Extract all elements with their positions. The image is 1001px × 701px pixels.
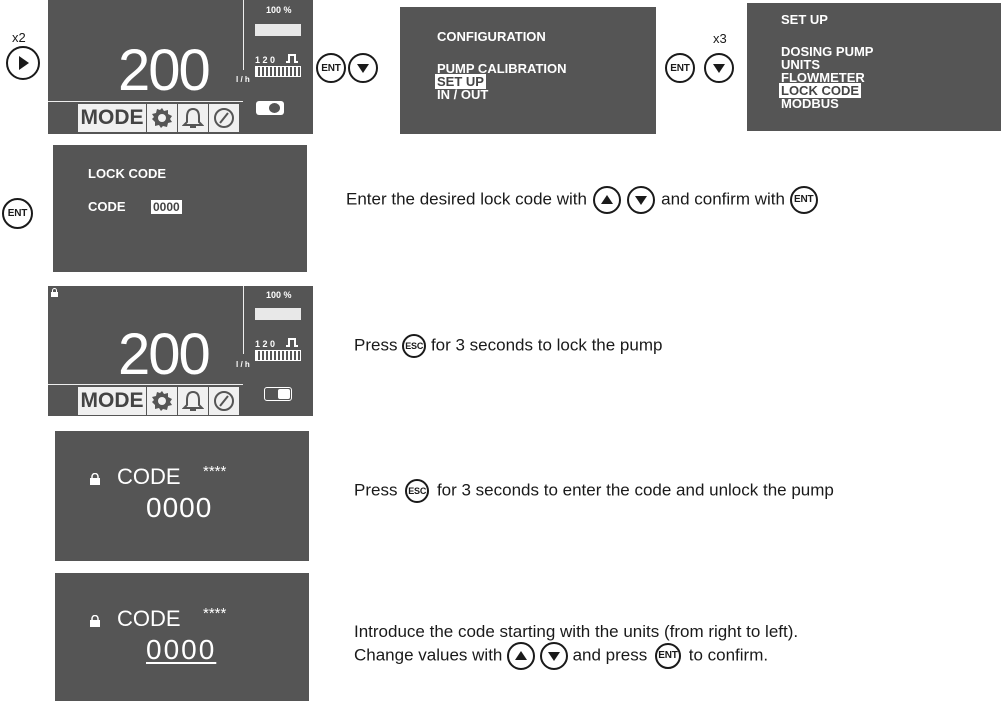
lock-icon — [90, 473, 100, 485]
instruction-step5: Press ESC for 3 seconds to lock the pump — [354, 334, 662, 358]
alarm-tab — [178, 104, 208, 132]
instruction-step4: Enter the desired lock code with and con… — [346, 186, 818, 214]
percent-label: 100 % — [266, 5, 292, 15]
down-arrow-icon — [357, 64, 369, 73]
down-arrow-icon — [547, 652, 560, 661]
down-arrow-button[interactable] — [627, 186, 656, 214]
menu-item-in-out: IN / OUT — [437, 87, 489, 102]
multiplier-label-x3: x3 — [713, 31, 727, 46]
main-display-unlocked: 200 l / h 100 % 1 2 0 MODE — [48, 0, 313, 134]
code-value: 0000 — [151, 200, 182, 214]
code-value: 0000 — [146, 634, 217, 665]
lock-code-screen: LOCK CODE CODE 0000 — [53, 145, 307, 272]
settings-tab — [147, 387, 177, 415]
gear-icon — [152, 108, 172, 128]
setup-menu: SET UP DOSING PUMP UNITS FLOWMETER LOCK … — [747, 3, 1001, 131]
down-arrow-icon — [635, 196, 648, 205]
unlock-code-screen: CODE **** 0000 — [55, 431, 309, 561]
configuration-menu: CONFIGURATION PUMP CALIBRATION SET UP IN… — [400, 7, 656, 134]
percent-bar — [255, 308, 301, 320]
alarm-tab — [178, 387, 208, 415]
code-label: CODE — [117, 606, 181, 631]
up-arrow-icon — [600, 195, 613, 204]
gauge-tab — [209, 104, 239, 132]
esc-button[interactable]: ESC — [405, 479, 430, 503]
instruction-step6: Press ESC for 3 seconds to enter the cod… — [354, 479, 834, 503]
flow-value: 200 — [118, 322, 211, 387]
lock-toggle — [256, 101, 284, 115]
edit-code-screen: CODE **** 0000 — [55, 573, 309, 701]
gauge-icon — [214, 108, 234, 128]
enter-button[interactable]: ENT — [665, 53, 695, 83]
up-arrow-button[interactable] — [507, 642, 536, 670]
stroke-bar — [255, 66, 301, 77]
code-label: CODE — [117, 464, 181, 489]
lock-toggle — [264, 387, 292, 401]
pulse-icon — [286, 338, 298, 347]
code-label: CODE — [88, 199, 126, 214]
pulse-label: 1 2 0 — [255, 55, 276, 65]
enter-button[interactable]: ENT — [316, 53, 346, 83]
pulse-icon — [286, 54, 298, 63]
multiplier-label: x2 — [12, 30, 26, 45]
flow-unit: l / h — [236, 75, 250, 84]
lock-code-title: LOCK CODE — [88, 166, 166, 181]
down-arrow-icon — [713, 64, 725, 73]
pulse-label: 1 2 0 — [255, 339, 276, 349]
percent-bar — [255, 24, 301, 36]
down-arrow-button[interactable] — [539, 642, 568, 670]
bell-icon — [182, 107, 204, 128]
enter-button[interactable]: ENT — [2, 198, 33, 229]
mode-button: MODE — [78, 387, 146, 415]
down-arrow-button[interactable] — [704, 53, 734, 83]
code-stars: **** — [203, 463, 227, 480]
flow-unit: l / h — [236, 360, 250, 369]
stroke-bar — [255, 350, 301, 361]
code-stars: **** — [203, 605, 227, 622]
gauge-tab — [209, 387, 239, 415]
right-arrow-button[interactable] — [6, 46, 40, 80]
menu-title: CONFIGURATION — [437, 29, 546, 44]
mode-button: MODE — [78, 104, 146, 132]
main-display-locked: 200 l / h 100 % 1 2 0 MODE — [48, 286, 313, 416]
lock-icon — [51, 288, 58, 297]
instruction-step7-line2: Change values with and press ENT to conf… — [354, 642, 768, 670]
enter-button[interactable]: ENT — [789, 186, 818, 214]
enter-button[interactable]: ENT — [654, 643, 681, 669]
up-arrow-button[interactable] — [592, 186, 621, 214]
gear-icon — [152, 391, 172, 411]
settings-tab — [147, 104, 177, 132]
instruction-step7-line1: Introduce the code starting with the uni… — [354, 622, 799, 641]
percent-label: 100 % — [266, 290, 292, 300]
up-arrow-icon — [515, 651, 528, 660]
lock-icon — [90, 615, 100, 627]
down-arrow-button[interactable] — [348, 53, 378, 83]
code-value: 0000 — [146, 492, 213, 523]
play-icon — [19, 56, 29, 70]
esc-button[interactable]: ESC — [402, 334, 427, 358]
flow-value: 200 — [118, 38, 211, 103]
menu-title: SET UP — [781, 12, 828, 27]
menu-item-modbus: MODBUS — [781, 96, 839, 111]
gauge-icon — [214, 391, 234, 411]
bell-icon — [182, 390, 204, 411]
